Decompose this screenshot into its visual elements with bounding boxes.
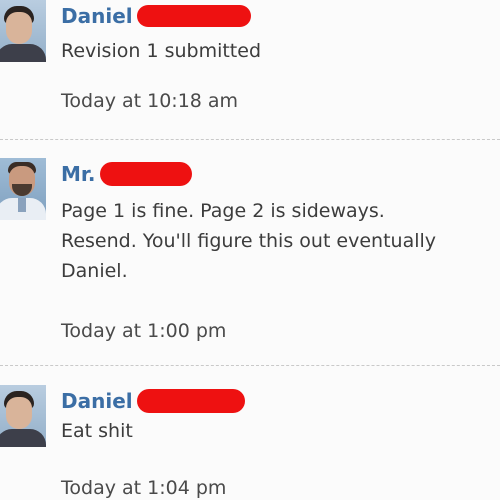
message-timestamp: Today at 10:18 am [61,90,239,112]
divider [0,365,500,366]
message-timestamp: Today at 1:04 pm [61,477,227,499]
message-line: Resend. You'll figure this out eventuall… [61,230,437,252]
sender-name[interactable]: Daniel [61,389,133,413]
redaction-mark [136,389,245,413]
message-body: Page 1 is fine. Page 2 is sideways. Rese… [61,196,436,286]
sender-row: Daniel [61,389,245,417]
message-body: Revision 1 submitted [61,36,261,66]
message-line: Revision 1 submitted [61,40,262,62]
avatar[interactable] [0,158,46,220]
message-thread: Daniel Revision 1 submitted Today at 10:… [0,0,500,500]
message-line: Page 1 is fine. Page 2 is sideways. [61,200,385,222]
sender-row: Daniel [61,4,251,32]
redaction-mark [99,162,192,186]
message-body: Eat shit [61,416,133,446]
avatar[interactable] [0,0,46,62]
message-timestamp: Today at 1:00 pm [61,320,227,342]
message-line: Eat shit [61,420,133,442]
divider [0,139,500,140]
sender-row: Mr. [61,162,192,190]
avatar[interactable] [0,385,46,447]
redaction-mark [136,5,251,27]
sender-name[interactable]: Mr. [61,162,96,186]
sender-name[interactable]: Daniel [61,4,133,28]
message-line: Daniel. [61,260,128,282]
